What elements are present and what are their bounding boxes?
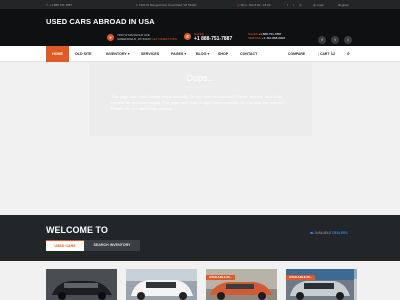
topbar-twitter-icon[interactable]: t — [293, 3, 294, 7]
availability-ribbon: AVAILABLE IN... — [206, 275, 236, 280]
compare-link[interactable]: COMPARE — [288, 46, 305, 62]
nav-blog[interactable]: BLOG ▾ — [196, 46, 209, 62]
topbar-hours: ◷Mon - Sat 9:00 - 18:00 — [237, 3, 271, 7]
nav-pages[interactable]: PAGES ▾ — [171, 46, 186, 62]
instagram-icon[interactable]: i — [344, 36, 352, 44]
nav-services[interactable]: SERVICES — [141, 46, 159, 62]
map-error-text: This page can't load Google Maps correct… — [111, 94, 286, 111]
tab-search-inventory[interactable]: SEARCH INVENTORY — [84, 240, 140, 251]
tab-used-cars[interactable]: USED CARS — [46, 240, 84, 251]
topbar-address[interactable]: ⌖7300 W Mangold Ave Greenfield, WI 53220 — [136, 3, 196, 7]
contact-label-2: SERVICE — [248, 36, 262, 41]
contact-value-2[interactable]: +1 410-868-0003 — [262, 36, 285, 40]
nav-inventory[interactable]: INVENTORY ▾ — [106, 46, 130, 62]
available-dealers[interactable]: ⛟ AVAILABLE DEALERS — [310, 231, 348, 236]
map-error-box: Oops... This page can't load Google Maps… — [89, 62, 312, 136]
facebook-icon[interactable]: f — [318, 36, 326, 44]
search-icon[interactable]: ⌕ — [347, 46, 350, 62]
car-photo — [46, 269, 117, 300]
topbar-facebook-icon[interactable]: f — [287, 3, 288, 7]
map-pin-icon: ⌖ — [107, 34, 114, 41]
topbar-phone[interactable]: ✆+1 888 751 7887 — [46, 3, 72, 7]
nav-home[interactable]: HOME — [46, 46, 69, 62]
register-link[interactable]: Register — [338, 3, 349, 7]
cart-icon[interactable]: ⊔ — [331, 46, 335, 62]
car-photo — [206, 269, 277, 300]
availability-ribbon: AVAILABLE IN... — [286, 275, 316, 280]
nav-contact[interactable]: CONTACT — [240, 46, 257, 62]
dealers-link[interactable]: DEALERS — [332, 231, 347, 235]
nav-shop[interactable]: SHOP — [218, 46, 228, 62]
car-card[interactable] — [126, 269, 197, 300]
main-nav: HOME OLD SITE INVENTORY ▾ SERVICES PAGES… — [0, 46, 400, 62]
directions-link[interactable]: GET DIRECTIONS — [152, 37, 177, 41]
map-error-title: Oops... — [185, 73, 215, 83]
location-icon: ⌖ — [136, 3, 138, 7]
car-card[interactable]: AVAILABLE IN... — [286, 269, 354, 300]
nav-old-site[interactable]: OLD SITE — [75, 46, 92, 62]
car-card[interactable]: AVAILABLE IN... — [206, 269, 277, 300]
login-link[interactable]: ◉Login — [313, 3, 324, 7]
compare-divider: | — [318, 52, 319, 56]
car-photo — [286, 269, 354, 300]
address-line-2: GREENFIELD, WI 53220 GET DIRECTIONS — [117, 36, 177, 41]
header-contacts: SALES +1 888-751-7887 SERVICE +1 410-868… — [248, 32, 285, 40]
phone-icon: ✆ — [46, 3, 49, 7]
sales-phone[interactable]: +1 888-751-7887 — [194, 36, 232, 42]
site-header: USED CARS ABROAD IN USA ⌖ 7300 W MANGOLD… — [0, 9, 400, 46]
car-icon: ⛟ — [310, 231, 315, 235]
site-brand[interactable]: USED CARS ABROAD IN USA — [46, 17, 155, 26]
car-card[interactable] — [46, 269, 117, 300]
top-bar: ✆+1 888 751 7887 ⌖7300 W Mangold Ave Gre… — [0, 0, 400, 9]
clock-icon: ◷ — [237, 3, 240, 7]
phone-icon: ✆ — [184, 33, 191, 40]
welcome-section: WELCOME TO USED CARS SEARCH INVENTORY — [0, 215, 400, 261]
car-photo — [126, 269, 197, 300]
topbar-instagram-icon[interactable]: ◎ — [299, 3, 302, 7]
twitter-icon[interactable]: t — [331, 36, 339, 44]
welcome-title: WELCOME TO — [46, 225, 108, 235]
user-icon: ◉ — [313, 3, 316, 7]
cart-link[interactable]: CART — [320, 46, 329, 62]
header-address: 7300 W MANGOLD AVE GREENFIELD, WI 53220 … — [117, 33, 177, 41]
